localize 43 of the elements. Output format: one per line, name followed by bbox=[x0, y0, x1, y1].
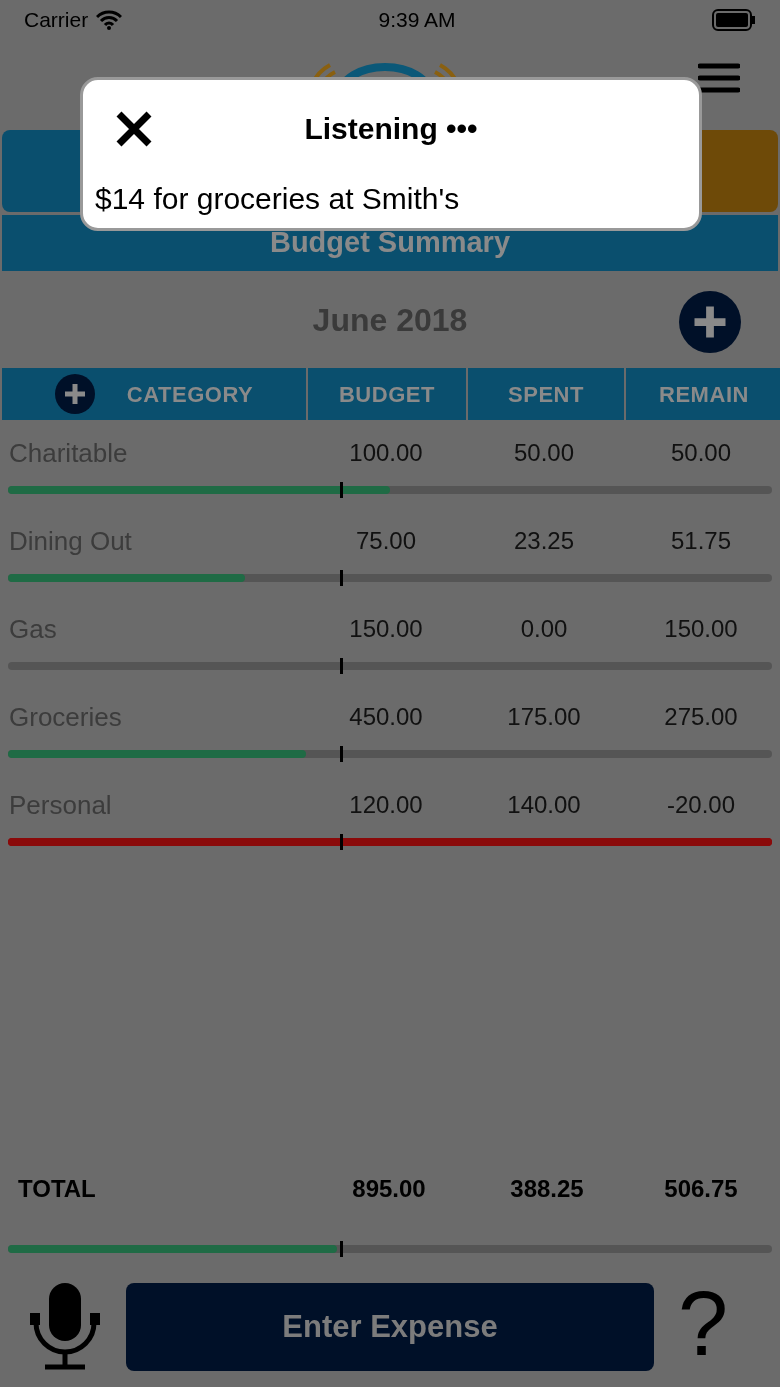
clock: 9:39 AM bbox=[378, 7, 456, 34]
total-cell-text: 895.00 bbox=[351, 1174, 427, 1204]
table-cell-text: 150.00 bbox=[348, 614, 424, 644]
menu-icon[interactable] bbox=[698, 62, 740, 94]
column-header-text: SPENT bbox=[507, 380, 585, 409]
budget-marker bbox=[340, 746, 344, 762]
dialog-title: Listening ••• bbox=[304, 110, 478, 147]
title-text: Budget Summary bbox=[269, 225, 511, 261]
table-cell-text: -20.00 bbox=[665, 790, 737, 820]
budget-marker bbox=[340, 482, 344, 498]
wifi-icon bbox=[96, 10, 123, 30]
budget-marker bbox=[340, 834, 344, 850]
total-cell-text: 388.25 bbox=[509, 1174, 585, 1204]
column-header-text: BUDGET bbox=[338, 380, 436, 409]
table-cell-text: 23.25 bbox=[512, 526, 576, 556]
table-cell-text: 0.00 bbox=[519, 614, 569, 644]
table-cell-text: 450.00 bbox=[348, 702, 424, 732]
table-cell-text: 100.00 bbox=[348, 438, 424, 468]
budget-marker bbox=[340, 570, 344, 586]
total-cell-text: 506.75 bbox=[663, 1174, 739, 1204]
table-cell-text: 120.00 bbox=[348, 790, 424, 820]
add-category-button[interactable] bbox=[54, 374, 95, 414]
close-icon[interactable] bbox=[115, 110, 153, 148]
battery-icon bbox=[712, 9, 756, 31]
table-cell-text: 275.00 bbox=[663, 702, 739, 732]
table-cell-text: 50.00 bbox=[669, 438, 733, 468]
add-button[interactable] bbox=[679, 291, 741, 353]
column-header-text: REMAIN bbox=[658, 380, 750, 409]
transcript-text: $14 for groceries at Smith's bbox=[94, 181, 461, 217]
table-cell-text: 175.00 bbox=[506, 702, 582, 732]
budget-marker bbox=[340, 1241, 344, 1257]
table-cell-text: 50.00 bbox=[512, 438, 576, 468]
table-cell-text: 140.00 bbox=[506, 790, 582, 820]
table-cell-text: 75.00 bbox=[354, 526, 418, 556]
table-cell-text: 51.75 bbox=[669, 526, 733, 556]
microphone-icon[interactable] bbox=[28, 1281, 102, 1371]
carrier-label: Carrier bbox=[24, 7, 89, 34]
total-label: TOTAL bbox=[17, 1174, 97, 1204]
column-header-text: CATEGORY bbox=[126, 380, 254, 409]
table-cell-text: 150.00 bbox=[663, 614, 739, 644]
budget-marker bbox=[340, 658, 344, 674]
help-button[interactable]: ? bbox=[678, 1279, 729, 1369]
enter-expense-button[interactable]: Enter Expense bbox=[126, 1283, 654, 1371]
